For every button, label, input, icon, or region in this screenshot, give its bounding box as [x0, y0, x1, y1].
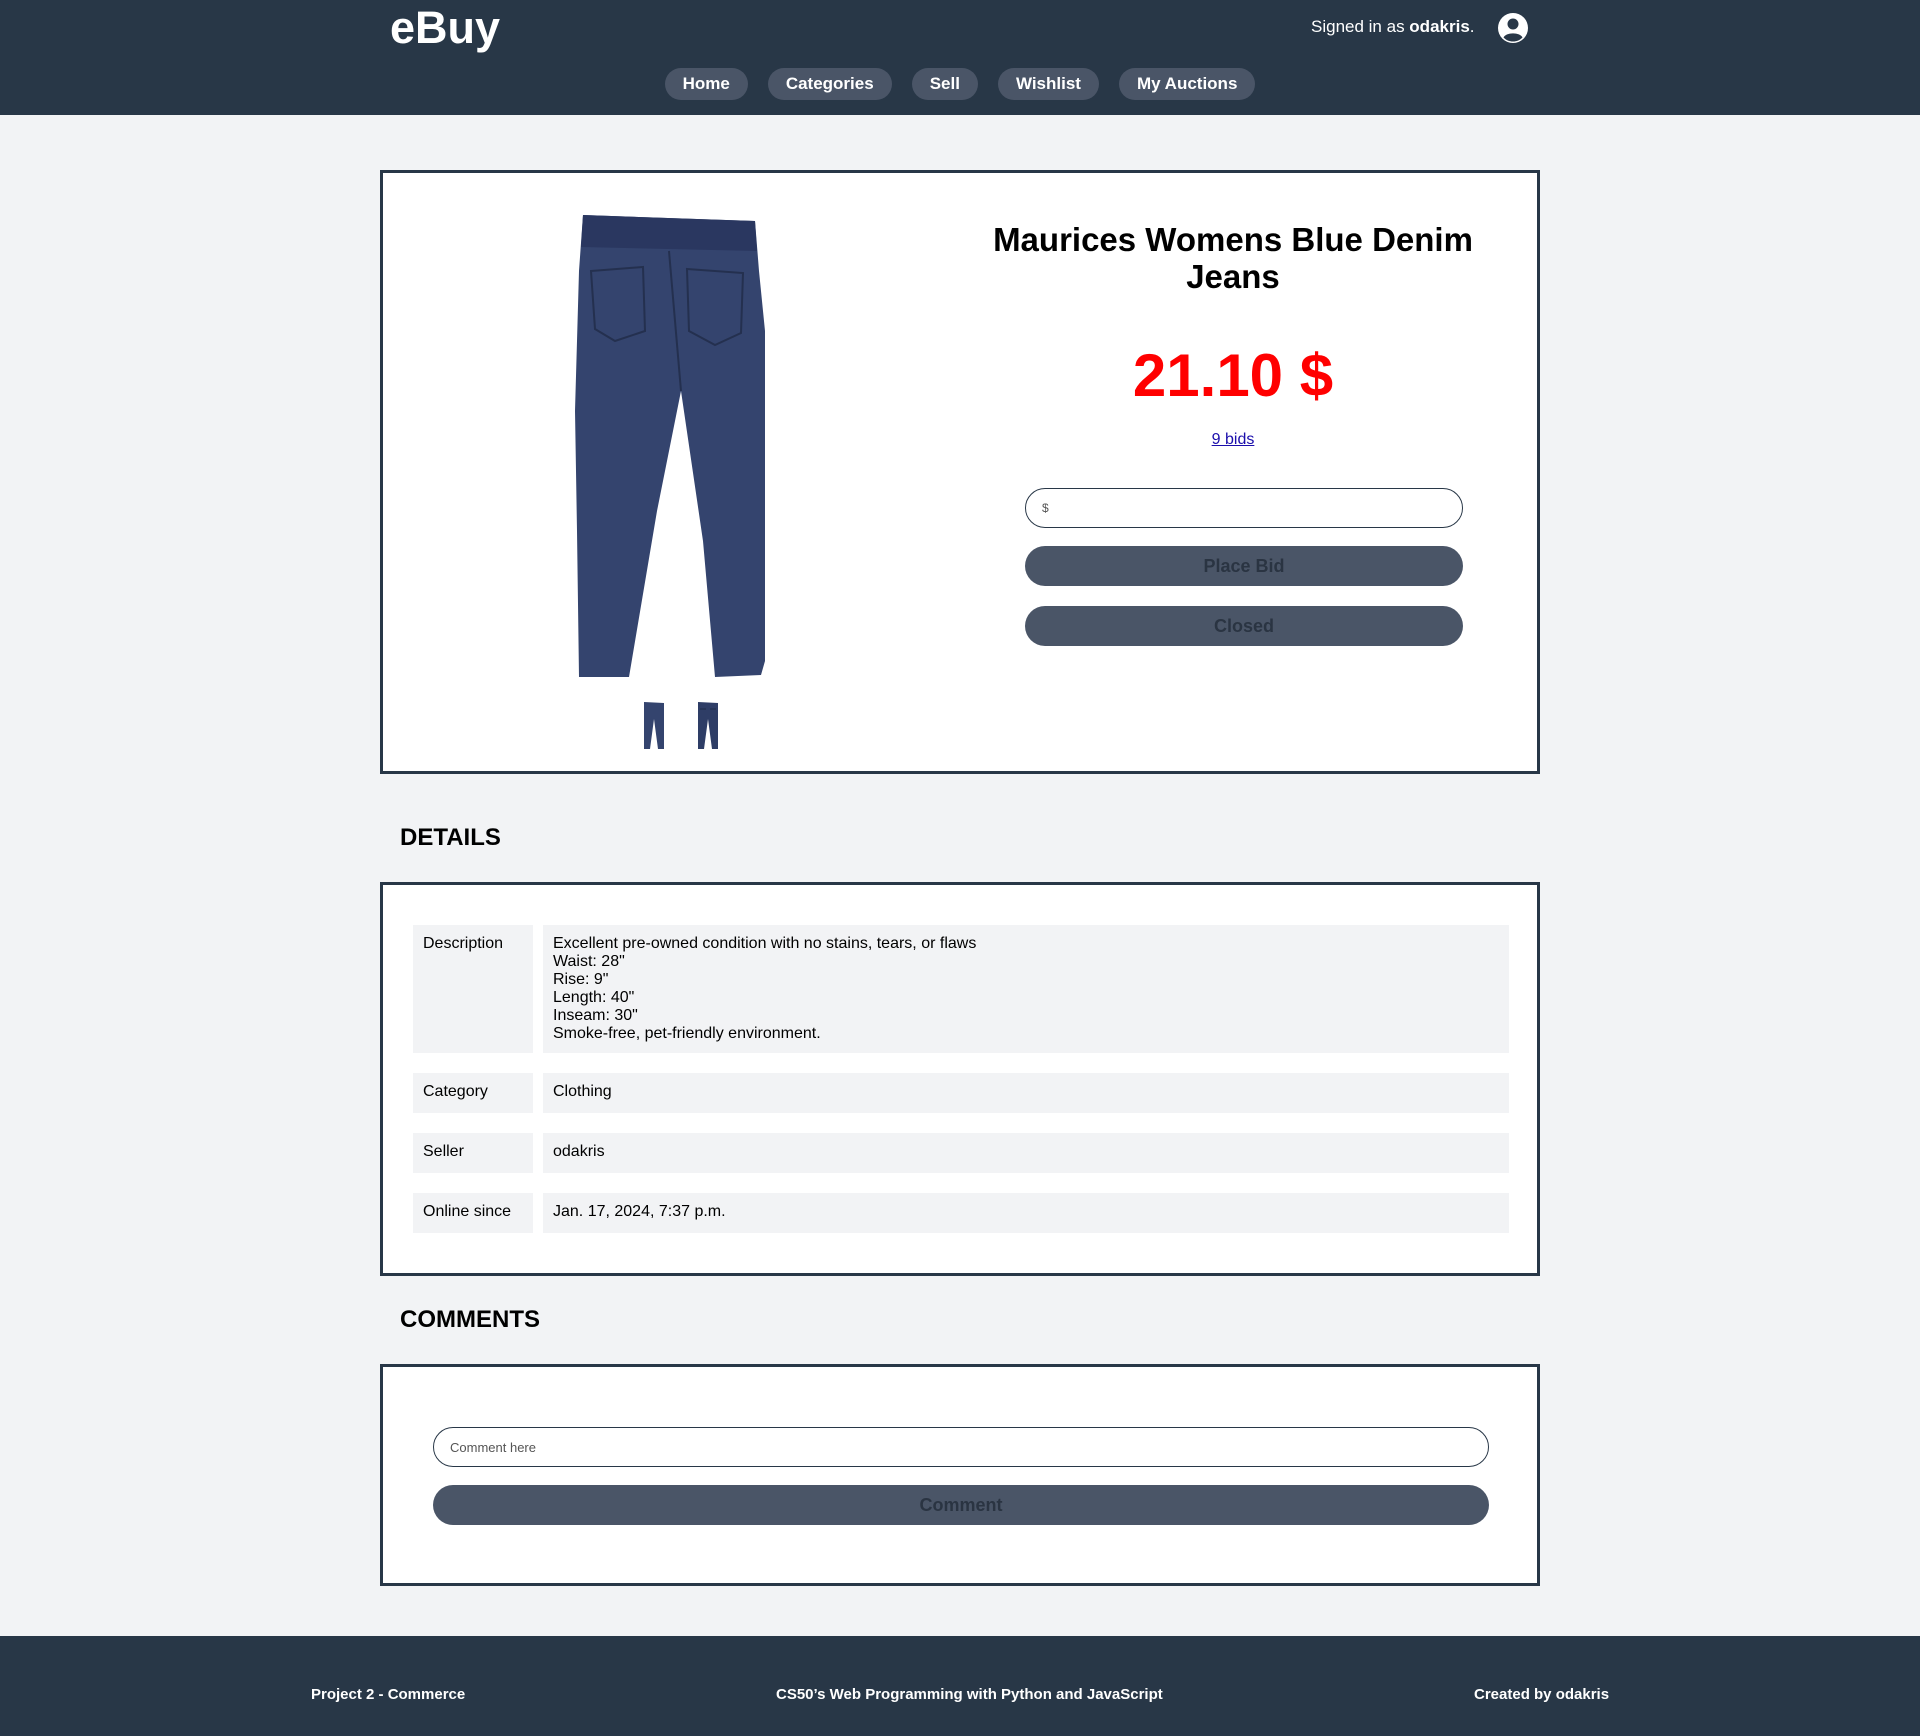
- nav-categories-button[interactable]: Categories: [767, 68, 892, 100]
- footer-course: CS50’s Web Programming with Python and J…: [776, 1686, 1163, 1703]
- details-row-online-since: Online since Jan. 17, 2024, 7:37 p.m.: [413, 1193, 1509, 1233]
- details-card: Description Excellent pre-owned conditio…: [380, 882, 1540, 1276]
- nav-sell-button[interactable]: Sell: [911, 68, 978, 100]
- signed-in-status: Signed in as odakris.: [1311, 17, 1475, 37]
- product-title: Maurices Womens Blue Denim Jeans: [993, 221, 1473, 295]
- nav-my-auctions-button[interactable]: My Auctions: [1118, 68, 1256, 100]
- description-value: Excellent pre-owned condition with no st…: [543, 925, 1509, 1053]
- signed-in-username: odakris: [1409, 17, 1470, 36]
- closed-button[interactable]: Closed: [1025, 606, 1463, 646]
- bid-input-placeholder: $: [1042, 501, 1049, 515]
- comments-heading: COMMENTS: [400, 1306, 540, 1333]
- nav-home-button[interactable]: Home: [664, 68, 748, 100]
- signed-in-prefix: Signed in as: [1311, 17, 1410, 36]
- product-card: Maurices Womens Blue Denim Jeans 21.10 $…: [380, 170, 1540, 774]
- user-account-icon[interactable]: [1497, 12, 1529, 44]
- description-line: Length: 40": [553, 989, 635, 1006]
- bid-amount-input[interactable]: $: [1025, 488, 1463, 528]
- product-thumbnail-1[interactable]: [642, 701, 666, 751]
- details-row-category: Category Clothing: [413, 1073, 1509, 1113]
- product-main-image: [575, 215, 765, 677]
- product-thumbnail-2[interactable]: [696, 701, 720, 751]
- main-nav: Home Categories Sell Wishlist My Auction…: [0, 68, 1920, 100]
- nav-wishlist-button[interactable]: Wishlist: [997, 68, 1099, 100]
- category-value: Clothing: [543, 1073, 1509, 1113]
- top-header: eBuy Signed in as odakris. Home Categori…: [0, 0, 1920, 115]
- comment-input[interactable]: Comment here: [433, 1427, 1489, 1467]
- description-line: Smoke-free, pet-friendly environment.: [553, 1025, 821, 1042]
- online-since-value: Jan. 17, 2024, 7:37 p.m.: [543, 1193, 1509, 1233]
- online-since-label: Online since: [413, 1193, 533, 1233]
- description-label: Description: [413, 925, 533, 1053]
- description-line: Rise: 9": [553, 971, 609, 988]
- comment-button[interactable]: Comment: [433, 1485, 1489, 1525]
- category-label: Category: [413, 1073, 533, 1113]
- description-line: Inseam: 30": [553, 1007, 638, 1024]
- site-logo[interactable]: eBuy: [390, 2, 500, 54]
- bids-count-link[interactable]: 9 bids: [983, 431, 1483, 449]
- footer-credit: Created by odakris: [1474, 1686, 1610, 1703]
- place-bid-button[interactable]: Place Bid: [1025, 546, 1463, 586]
- seller-value: odakris: [543, 1133, 1509, 1173]
- details-heading: DETAILS: [400, 824, 501, 851]
- footer-project: Project 2 - Commerce: [311, 1686, 466, 1703]
- signed-in-suffix: .: [1469, 17, 1475, 36]
- description-line: Excellent pre-owned condition with no st…: [553, 935, 977, 952]
- details-row-seller: Seller odakris: [413, 1133, 1509, 1173]
- seller-label: Seller: [413, 1133, 533, 1173]
- description-line: Waist: 28": [553, 953, 625, 970]
- product-price: 21.10 $: [1132, 342, 1334, 409]
- page-footer: Project 2 - Commerce CS50’s Web Programm…: [0, 1636, 1920, 1736]
- comments-card: Comment here Comment: [380, 1364, 1540, 1586]
- comment-input-placeholder: Comment here: [450, 1439, 536, 1455]
- details-row-description: Description Excellent pre-owned conditio…: [413, 925, 1509, 1053]
